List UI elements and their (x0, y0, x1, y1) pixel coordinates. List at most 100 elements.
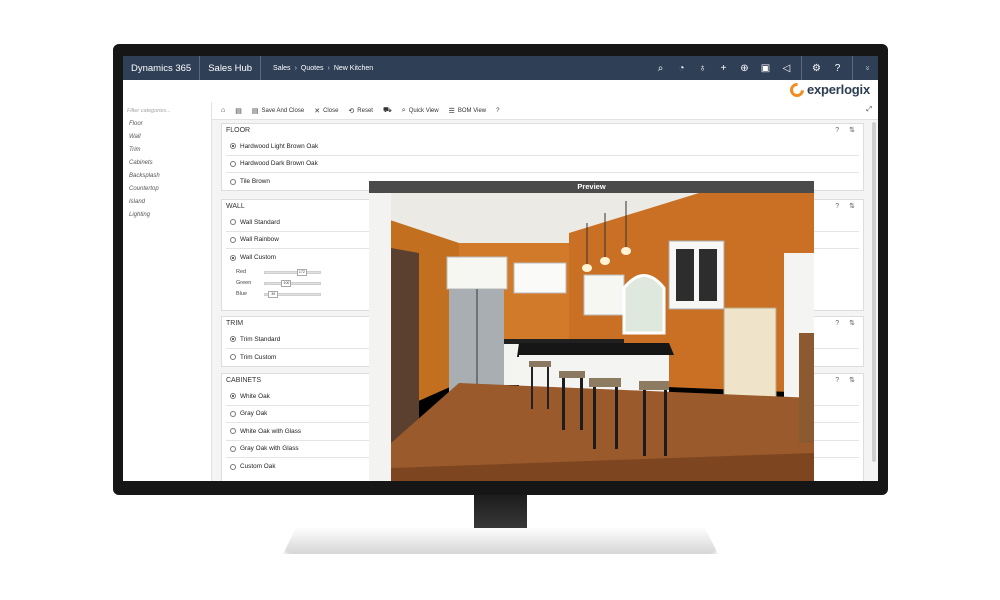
breadcrumb-quotes[interactable]: Quotes (301, 65, 324, 72)
reset-icon: ⟲ (348, 107, 355, 115)
save-and-close-button[interactable]: ▤ Save And Close (247, 102, 309, 120)
option-label: Hardwood Light Brown Oak (240, 142, 319, 150)
radio-icon[interactable] (230, 354, 236, 361)
radio-icon[interactable] (230, 160, 236, 167)
save-button[interactable]: ▤ (230, 102, 247, 120)
save-icon: ▤ (235, 107, 242, 115)
section-tools-icon[interactable]: ? ⇅ (835, 126, 859, 134)
radio-icon[interactable] (230, 219, 236, 226)
slider-thumb[interactable]: 100 (281, 279, 292, 287)
app-name[interactable]: Dynamics 365 (123, 56, 201, 80)
slider-track[interactable]: 39 (264, 290, 321, 298)
radio-icon[interactable] (230, 178, 236, 185)
radio-icon[interactable] (230, 254, 236, 261)
category-sidebar: Filter categories... Floor Wall Trim Cab… (123, 102, 212, 481)
monitor-neck (474, 495, 527, 531)
option-hardwood-light[interactable]: Hardwood Light Brown Oak (226, 138, 859, 156)
radio-icon[interactable] (230, 143, 236, 150)
lightbulb-icon[interactable]: ♁ (692, 56, 713, 80)
monitor-stand (283, 528, 718, 554)
radio-icon[interactable] (230, 336, 236, 343)
option-label: White Oak (240, 392, 270, 400)
expand-icon[interactable]: ⤢ (866, 106, 872, 114)
breadcrumb-record: New Kitchen (333, 64, 374, 72)
breadcrumb: Sales › Quotes › New Kitchen (261, 65, 373, 72)
quick-view-button[interactable]: ⌕ Quick View (397, 102, 444, 120)
search-icon: ⌕ (401, 106, 406, 114)
slider-track[interactable]: 172 (264, 268, 321, 276)
list-icon: ☰ (448, 107, 455, 115)
back-icon[interactable]: ◁ (776, 56, 797, 80)
category-wall[interactable]: Wall (123, 131, 211, 144)
nav-divider (852, 56, 853, 80)
home-button[interactable]: ⌂ (216, 102, 230, 120)
quick-view-label: Quick View (408, 107, 439, 114)
section-title: FLOOR (226, 127, 251, 134)
option-label: Gray Oak with Glass (240, 445, 299, 453)
plus-icon[interactable]: + (713, 56, 734, 80)
reset-label: Reset (357, 107, 373, 114)
category-countertop[interactable]: Countertop (123, 183, 211, 196)
option-label: Wall Standard (240, 218, 280, 226)
nav-divider (801, 56, 802, 80)
settings-icon[interactable]: ⚙ (806, 56, 827, 80)
breadcrumb-sales[interactable]: Sales (273, 65, 291, 72)
close-button[interactable]: ✕ Close (309, 102, 343, 120)
logo-mark-icon (787, 79, 807, 100)
option-label: Gray Oak (240, 410, 268, 418)
option-label: Trim Custom (240, 353, 277, 361)
screen: Dynamics 365 Sales Hub Sales › Quotes › … (123, 56, 878, 481)
home-icon: ⌂ (221, 107, 226, 114)
category-island[interactable]: Island (123, 196, 211, 209)
category-backsplash[interactable]: Backsplash (123, 170, 211, 183)
save-and-close-label: Save And Close (261, 107, 305, 114)
filter-icon[interactable]: ⊕ (734, 56, 755, 80)
cart-icon: ⛟ (382, 107, 392, 114)
reset-button[interactable]: ⟲ Reset (343, 102, 378, 120)
category-trim[interactable]: Trim (123, 144, 211, 157)
radio-icon[interactable] (230, 428, 236, 435)
slider-track[interactable]: 100 (264, 279, 321, 287)
preview-title: Preview (369, 181, 814, 193)
slider-label: Red (236, 269, 247, 275)
category-cabinets[interactable]: Cabinets (123, 157, 211, 170)
experlogix-logo: experlogix (787, 79, 870, 100)
help-button[interactable]: ? (491, 102, 504, 120)
help-icon[interactable]: ? (827, 56, 848, 80)
option-label: Wall Custom (240, 254, 276, 262)
search-icon[interactable]: ⌕ (650, 56, 671, 80)
save-close-icon: ▤ (251, 107, 259, 115)
option-label: Wall Rainbow (240, 236, 279, 244)
radio-icon[interactable] (230, 393, 236, 400)
category-floor[interactable]: Floor (123, 118, 211, 131)
top-nav-bar: Dynamics 365 Sales Hub Sales › Quotes › … (123, 56, 878, 80)
bom-view-button[interactable]: ☰ BOM View (444, 102, 492, 120)
brand-strip: experlogix (123, 79, 878, 102)
assistant-icon[interactable]: ▣ (755, 56, 776, 80)
logo-text: experlogix (806, 82, 870, 97)
vertical-scrollbar[interactable] (872, 122, 876, 462)
option-label: Hardwood Dark Brown Oak (240, 160, 318, 168)
section-tools-icon[interactable]: ? ⇅ (835, 202, 859, 210)
category-lighting[interactable]: Lighting (123, 209, 211, 222)
slider-thumb[interactable]: 39 (268, 290, 279, 298)
option-label: White Oak with Glass (240, 427, 302, 435)
radio-icon[interactable] (230, 445, 236, 452)
chevron-right-icon: › (294, 64, 297, 72)
module-name[interactable]: Sales Hub (200, 56, 262, 80)
task-icon[interactable]: ◔ (671, 56, 692, 80)
user-icon[interactable]: ⍤ (857, 56, 878, 80)
slider-thumb[interactable]: 172 (296, 268, 307, 276)
option-label: Trim Standard (240, 335, 281, 343)
configure-button[interactable]: ⛟ (378, 102, 397, 120)
section-tools-icon[interactable]: ? ⇅ (835, 376, 859, 384)
radio-icon[interactable] (230, 410, 236, 417)
radio-icon[interactable] (230, 236, 236, 243)
category-filter-input[interactable]: Filter categories... (123, 102, 211, 118)
option-hardwood-dark[interactable]: Hardwood Dark Brown Oak (226, 156, 859, 173)
command-bar: ⌂ ▤ ▤ Save And Close ✕ Close ⟲ Reset ⛟ ⌕ Qui… (212, 102, 878, 120)
section-tools-icon[interactable]: ? ⇅ (835, 319, 859, 327)
close-label: Close (323, 107, 339, 114)
option-label: Tile Brown (240, 178, 270, 186)
radio-icon[interactable] (230, 463, 236, 470)
